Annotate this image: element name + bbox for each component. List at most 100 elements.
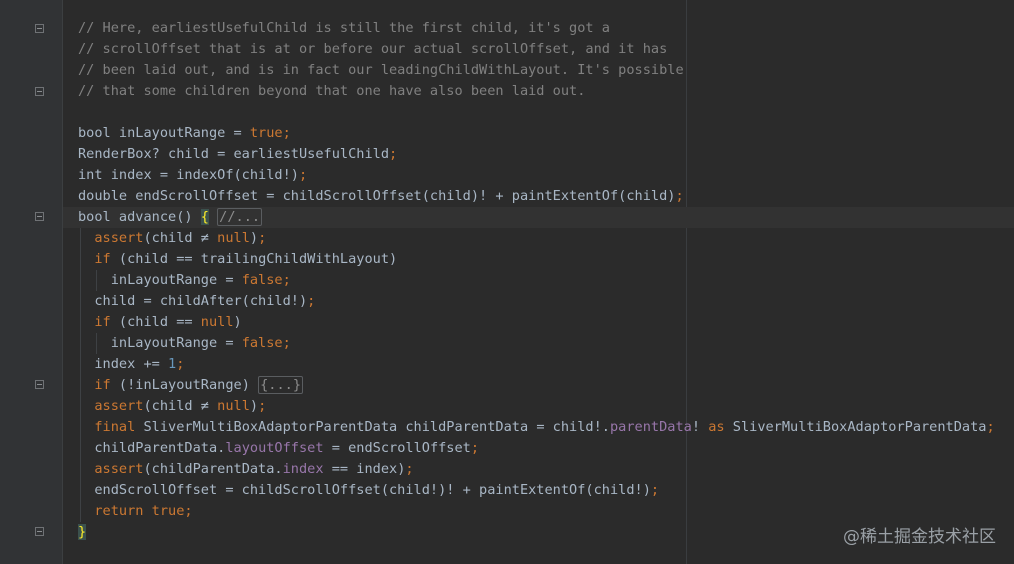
code-token: null: [217, 230, 250, 246]
code-token: index: [282, 461, 324, 477]
code-token: (child ≠: [143, 230, 218, 246]
code-token: inLayoutRange =: [78, 272, 242, 288]
editor-gutter: [0, 0, 62, 564]
code-line[interactable]: int index = indexOf(child!);: [78, 165, 307, 186]
code-token: (!inLayoutRange): [110, 377, 259, 393]
code-line[interactable]: // been laid out, and is in fact our lea…: [78, 60, 684, 81]
code-token: double endScrollOffset = childScrollOffs…: [78, 188, 676, 204]
code-line[interactable]: // that some children beyond that one ha…: [78, 81, 585, 102]
code-token: //...: [217, 208, 263, 226]
code-line[interactable]: // Here, earliestUsefulChild is still th…: [78, 18, 610, 39]
code-token: child = childAfter(child!): [78, 293, 308, 309]
code-token: as: [708, 419, 725, 435]
code-token: ;: [176, 356, 185, 372]
fold-toggle-icon[interactable]: [35, 212, 44, 221]
code-line[interactable]: assert(child ≠ null);: [78, 228, 266, 249]
code-token: false: [241, 335, 283, 351]
code-token: ;: [389, 146, 398, 162]
code-line[interactable]: child = childAfter(child!);: [78, 291, 315, 312]
code-token: // that some children beyond that one ha…: [78, 83, 586, 99]
code-line[interactable]: inLayoutRange = false;: [78, 333, 291, 354]
code-token: inLayoutRange =: [78, 335, 242, 351]
code-token: ;: [650, 482, 660, 498]
code-token: ;: [282, 125, 291, 141]
code-line[interactable]: endScrollOffset = childScrollOffset(chil…: [78, 480, 659, 501]
code-line[interactable]: childParentData.layoutOffset = endScroll…: [78, 438, 479, 459]
code-line[interactable]: assert(childParentData.index == index);: [78, 459, 414, 480]
code-line[interactable]: if (child == null): [78, 312, 242, 333]
code-token: assert: [94, 461, 144, 477]
fold-toggle-icon[interactable]: [35, 527, 44, 536]
code-token: ): [249, 230, 259, 246]
code-token: null: [217, 398, 250, 414]
code-line[interactable]: return true;: [78, 501, 193, 522]
code-token: ;: [184, 503, 193, 519]
watermark: @稀土掘金技术社区: [843, 527, 996, 547]
fold-toggle-icon[interactable]: [35, 24, 44, 33]
code-token: if: [94, 377, 111, 393]
code-token: (childParentData.: [143, 461, 283, 477]
code-token: final: [94, 419, 136, 435]
code-token: return: [94, 503, 144, 519]
code-token: // been laid out, and is in fact our lea…: [78, 62, 684, 78]
code-token: bool inLayoutRange =: [78, 125, 250, 141]
gutter-separator: [62, 0, 63, 564]
code-line[interactable]: assert(child ≠ null);: [78, 396, 266, 417]
code-token: {: [200, 209, 209, 225]
code-token: (child == trailingChildWithLayout): [110, 251, 398, 267]
code-token: ;: [675, 188, 684, 204]
code-token: parentData: [609, 419, 692, 435]
code-token: childParentData.: [78, 440, 226, 456]
code-token: true: [151, 503, 185, 519]
code-token: ;: [258, 230, 267, 246]
code-token: ): [233, 314, 242, 330]
code-line[interactable]: double endScrollOffset = childScrollOffs…: [78, 186, 684, 207]
code-line[interactable]: if (child == trailingChildWithLayout): [78, 249, 397, 270]
code-token: ;: [470, 440, 480, 456]
code-token: false: [241, 272, 283, 288]
code-token: // Here, earliestUsefulChild is still th…: [78, 20, 610, 36]
code-line[interactable]: if (!inLayoutRange) {...}: [78, 375, 303, 396]
code-token: ;: [282, 272, 291, 288]
code-token: SliverMultiBoxAdaptorParentData childPar…: [135, 419, 610, 435]
code-token: {...}: [258, 376, 303, 394]
code-token: true: [249, 125, 283, 141]
code-token: SliverMultiBoxAdaptorParentData: [724, 419, 987, 435]
code-token: !: [691, 419, 709, 435]
code-token: if: [94, 314, 111, 330]
code-token: == index): [323, 461, 406, 477]
code-token: ;: [258, 398, 267, 414]
code-token: if: [94, 251, 111, 267]
fold-toggle-icon[interactable]: [35, 380, 44, 389]
code-line[interactable]: // scrollOffset that is at or before our…: [78, 39, 667, 60]
code-token: int index = indexOf(child!): [78, 167, 299, 183]
code-token: }: [78, 524, 87, 540]
code-token: ;: [298, 167, 308, 183]
code-line[interactable]: bool inLayoutRange = true;: [78, 123, 291, 144]
code-token: ;: [307, 293, 316, 309]
code-token: 1: [168, 356, 177, 372]
code-token: ;: [282, 335, 291, 351]
code-token: bool advance(): [78, 209, 201, 225]
code-line[interactable]: index += 1;: [78, 354, 184, 375]
code-line[interactable]: RenderBox? child = earliestUsefulChild;: [78, 144, 397, 165]
code-token: ;: [405, 461, 414, 477]
code-line[interactable]: final SliverMultiBoxAdaptorParentData ch…: [78, 417, 994, 438]
code-line[interactable]: inLayoutRange = false;: [78, 270, 291, 291]
code-line[interactable]: }: [78, 522, 87, 543]
code-token: layoutOffset: [225, 440, 324, 456]
code-token: assert: [94, 398, 144, 414]
code-token: ): [249, 398, 259, 414]
code-line[interactable]: bool advance() { //...: [78, 207, 263, 228]
code-token: (child ≠: [143, 398, 218, 414]
fold-toggle-icon[interactable]: [35, 87, 44, 96]
code-token: (child ==: [110, 314, 201, 330]
